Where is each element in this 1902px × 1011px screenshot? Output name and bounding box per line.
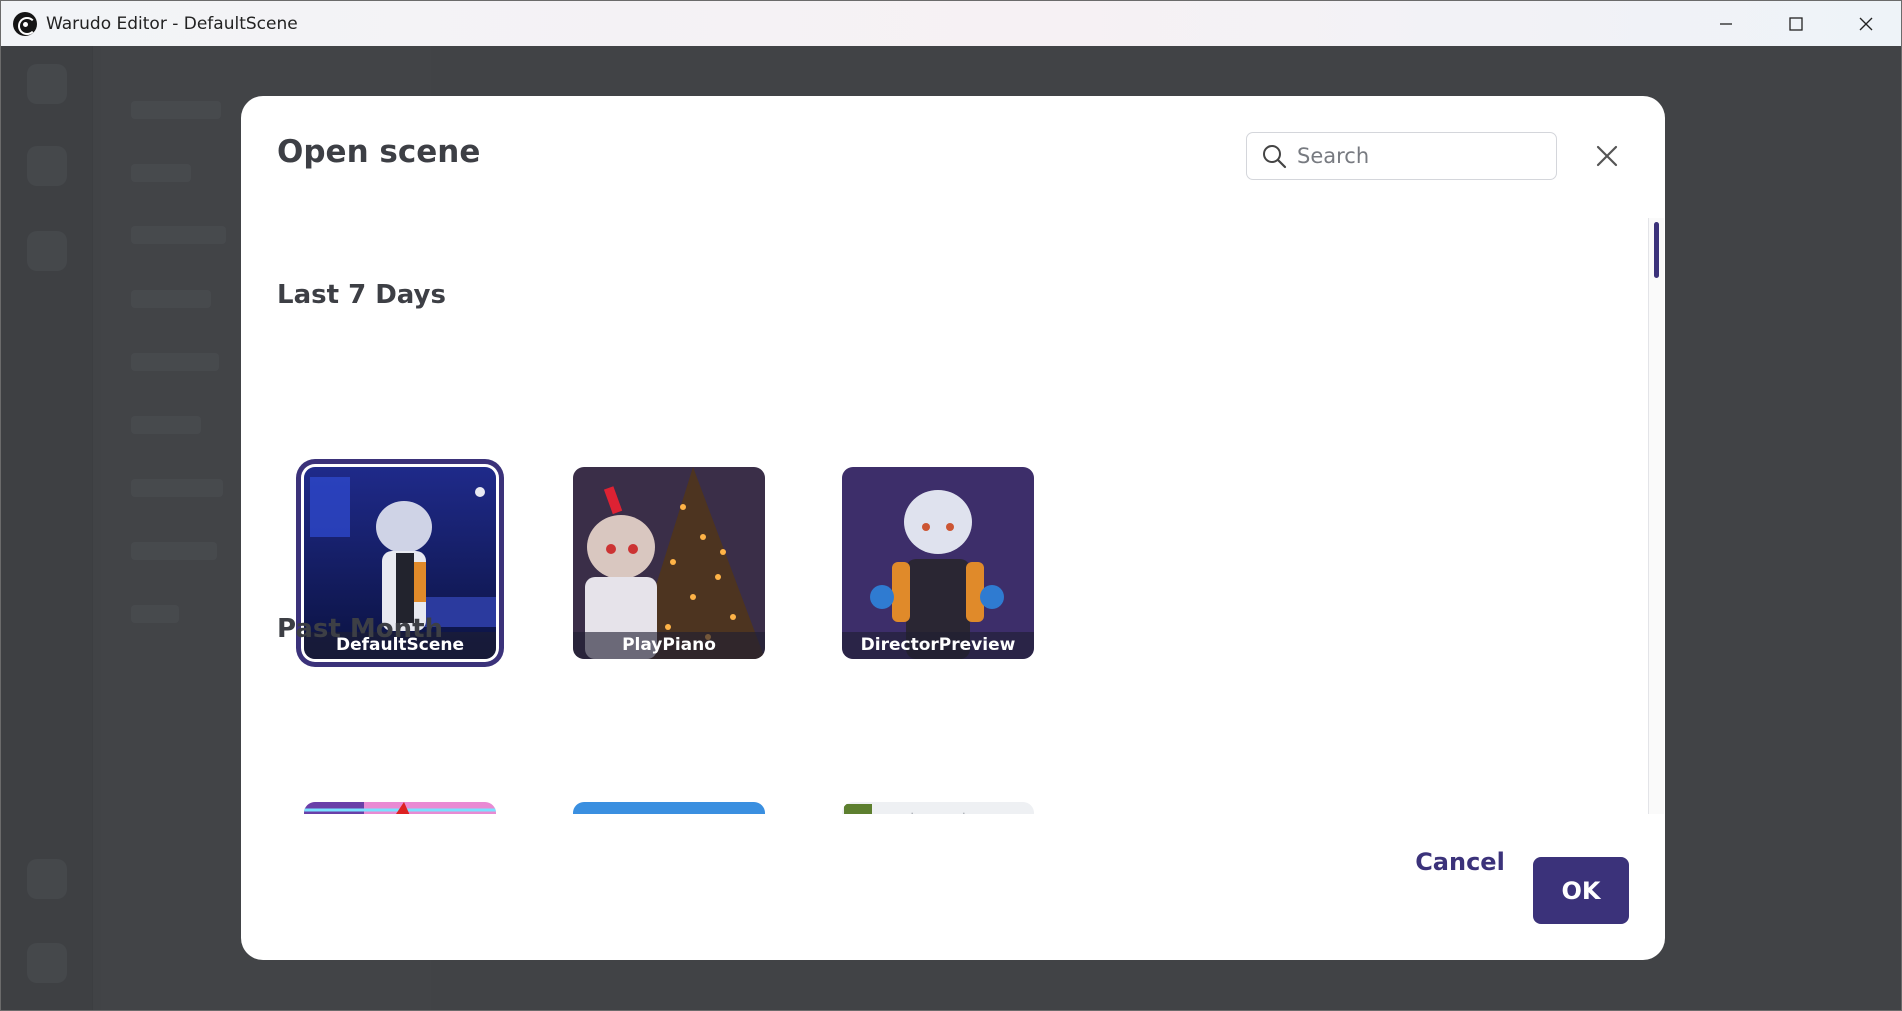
- search-box[interactable]: [1246, 132, 1557, 180]
- ok-button[interactable]: OK: [1533, 857, 1629, 924]
- scene-thumbnail: [842, 802, 1034, 814]
- cancel-button[interactable]: Cancel: [1401, 835, 1519, 889]
- scene-card-directorpreview[interactable]: DirectorPreview: [842, 467, 1034, 659]
- section-title-past-month: Past Month: [277, 614, 444, 644]
- window-close-button[interactable]: [1831, 1, 1901, 46]
- window-title: Warudo Editor - DefaultScene: [46, 13, 298, 34]
- dialog-title: Open scene: [277, 134, 481, 170]
- scene-card-playpiano[interactable]: PlayPiano: [573, 467, 765, 659]
- scene-card-past-month-3[interactable]: [842, 802, 1034, 814]
- window-close-icon: [1859, 17, 1873, 30]
- minimize-button[interactable]: [1691, 1, 1761, 46]
- search-icon: [1263, 145, 1287, 169]
- section-title-last-7-days: Last 7 Days: [277, 280, 446, 310]
- scene-card-label: PlayPiano: [573, 632, 765, 659]
- minimize-icon: [1720, 22, 1732, 25]
- scene-thumbnail: [304, 802, 496, 814]
- window-controls: [1691, 1, 1901, 46]
- maximize-icon: [1789, 16, 1803, 31]
- app-window: Warudo Editor - DefaultScene Open scene …: [0, 0, 1902, 1011]
- scene-list-scrollbar[interactable]: [1648, 218, 1664, 814]
- scene-thumbnail: [573, 467, 765, 659]
- scene-thumbnail: [573, 802, 765, 814]
- search-input[interactable]: [1297, 144, 1527, 168]
- open-scene-dialog: Open scene Last 7 Days: [241, 96, 1665, 960]
- scene-card-label: DirectorPreview: [842, 632, 1034, 659]
- scene-thumbnail: [842, 467, 1034, 659]
- scene-card-past-month-2[interactable]: [573, 802, 765, 814]
- scrollbar-thumb[interactable]: [1654, 222, 1659, 278]
- app-logo-icon: [13, 11, 37, 36]
- maximize-button[interactable]: [1761, 1, 1831, 46]
- scene-list: Last 7 Days DefaultScene PlayPiano Direc…: [241, 214, 1648, 814]
- scene-card-past-month-1[interactable]: [304, 802, 496, 814]
- dialog-close-button[interactable]: [1592, 141, 1622, 171]
- title-bar[interactable]: Warudo Editor - DefaultScene: [1, 1, 1901, 46]
- dialog-close-icon: [1596, 145, 1618, 167]
